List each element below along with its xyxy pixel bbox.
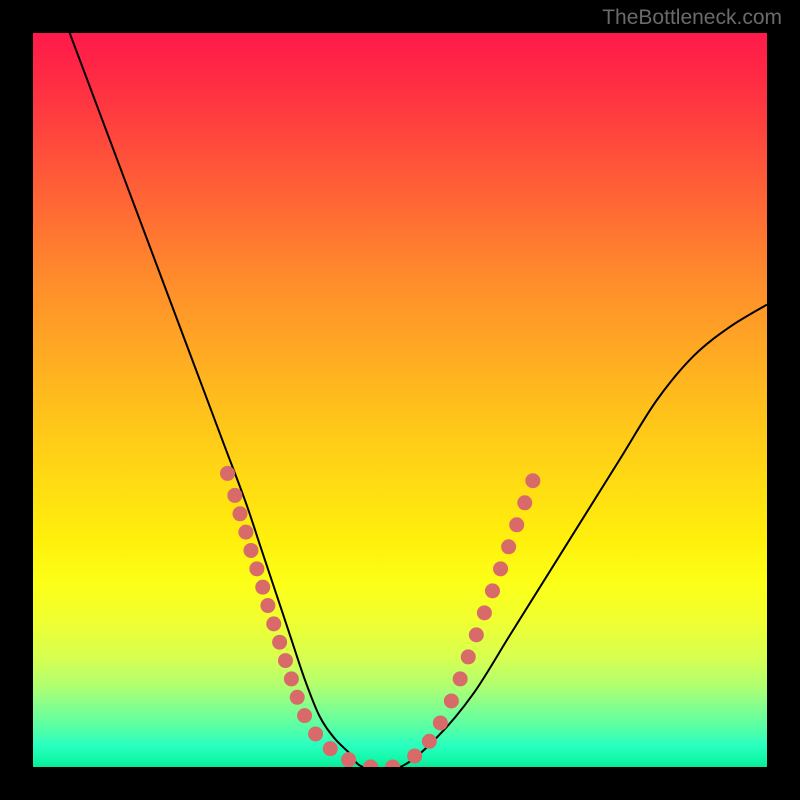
data-marker [422, 734, 437, 749]
data-marker [249, 561, 264, 576]
watermark-text: TheBottleneck.com [602, 6, 782, 30]
data-marker [453, 671, 468, 686]
data-marker [477, 605, 492, 620]
data-marker [461, 649, 476, 664]
data-marker [485, 583, 500, 598]
marker-group [220, 466, 540, 767]
data-marker [272, 635, 287, 650]
data-marker [232, 506, 247, 521]
data-marker [341, 752, 356, 767]
data-marker [220, 466, 235, 481]
data-marker [278, 653, 293, 668]
data-marker [444, 693, 459, 708]
data-marker [323, 741, 338, 756]
data-marker [260, 598, 275, 613]
data-marker [509, 517, 524, 532]
data-marker [501, 539, 516, 554]
data-marker [433, 715, 448, 730]
data-marker [308, 726, 323, 741]
data-marker [469, 627, 484, 642]
chart-plot-area [33, 33, 767, 767]
bottleneck-curve [70, 33, 767, 767]
data-marker [517, 495, 532, 510]
chart-svg [33, 33, 767, 767]
data-marker [363, 760, 378, 768]
data-marker [297, 708, 312, 723]
data-marker [227, 488, 242, 503]
data-marker [407, 748, 422, 763]
data-marker [284, 671, 299, 686]
data-marker [525, 473, 540, 488]
data-marker [290, 690, 305, 705]
data-marker [255, 580, 270, 595]
data-marker [266, 616, 281, 631]
data-marker [385, 760, 400, 768]
data-marker [493, 561, 508, 576]
data-marker [238, 525, 253, 540]
data-marker [243, 543, 258, 558]
